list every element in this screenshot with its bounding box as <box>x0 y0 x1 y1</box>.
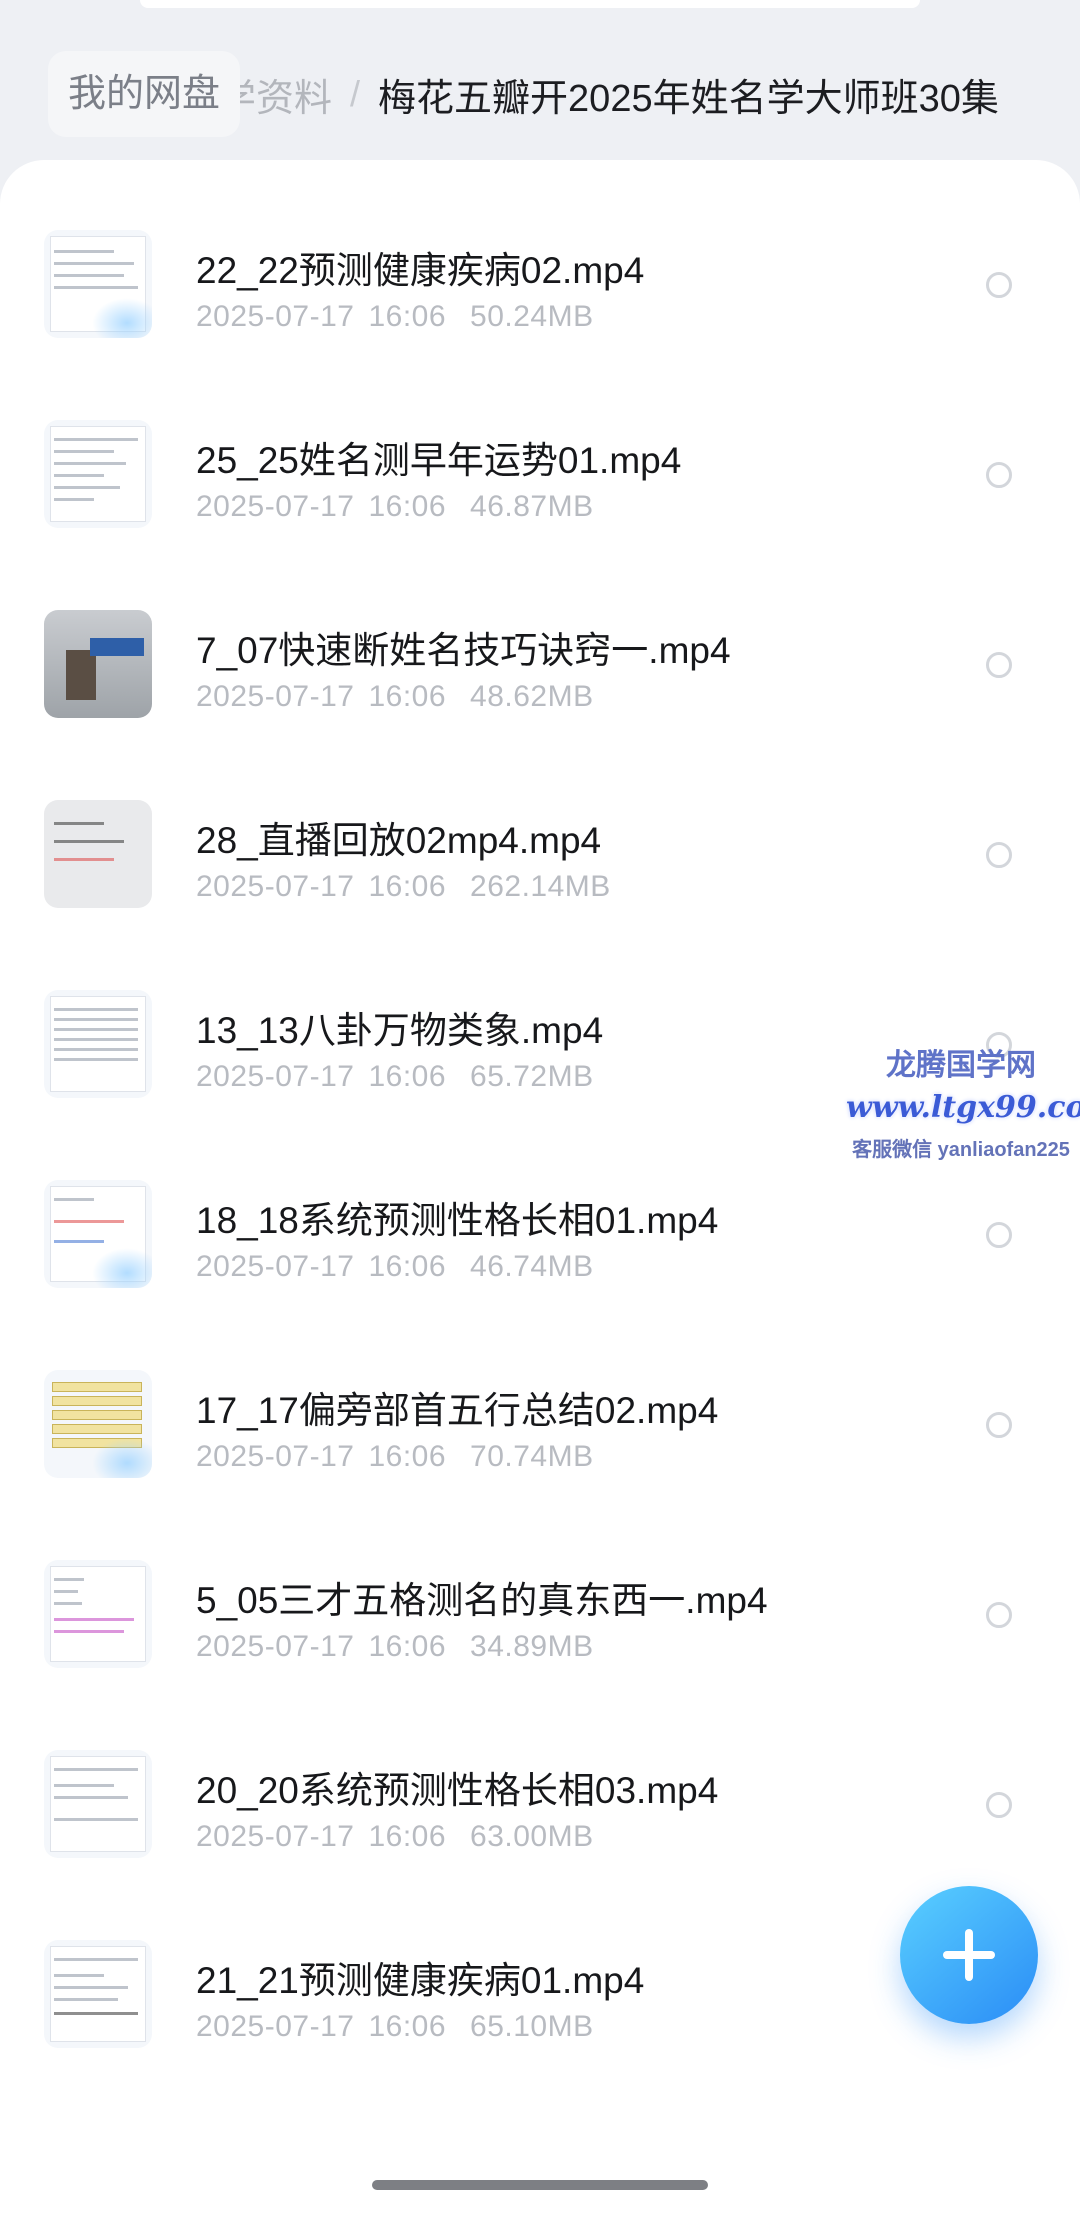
video-thumbnail <box>44 1180 152 1288</box>
video-thumbnail <box>44 230 152 338</box>
file-size: 46.74MB <box>470 1250 594 1283</box>
file-size: 70.74MB <box>470 1440 594 1473</box>
file-name: 25_25姓名测早年运势01.mp4 <box>196 440 682 481</box>
file-time: 16:06 <box>368 870 447 903</box>
select-radio[interactable] <box>986 272 1012 298</box>
file-row[interactable]: 25_25姓名测早年运势01.mp4 2025-07-17 16:06 46.87M… <box>0 350 1080 540</box>
video-thumbnail <box>44 420 152 528</box>
video-thumbnail <box>44 1560 152 1668</box>
file-date: 2025-07-17 <box>196 2010 355 2043</box>
breadcrumb-root[interactable]: 我的网盘 <box>48 51 241 137</box>
file-size: 34.89MB <box>470 1630 594 1663</box>
file-name: 7_07快速断姓名技巧诀窍一.mp4 <box>196 630 731 671</box>
file-size: 65.72MB <box>470 1060 594 1093</box>
file-time: 16:06 <box>368 680 447 713</box>
file-time: 16:06 <box>368 1250 447 1283</box>
select-radio[interactable] <box>986 652 1012 678</box>
video-thumbnail <box>44 1940 152 2048</box>
file-time: 16:06 <box>368 1060 447 1093</box>
file-meta: 2025-07-17 16:06 34.89MB <box>196 1630 594 1664</box>
file-meta: 2025-07-17 16:06 46.74MB <box>196 1250 594 1284</box>
video-thumbnail <box>44 990 152 1098</box>
video-thumbnail <box>44 800 152 908</box>
file-row[interactable]: 20_20系统预测性格长相03.mp4 2025-07-17 16:06 63.00… <box>0 1680 1080 1870</box>
file-name: 28_直播回放02mp4.mp4 <box>196 820 602 861</box>
file-row[interactable]: 22_22预测健康疾病02.mp4 2025-07-17 16:06 50.24MB <box>0 160 1080 350</box>
file-meta: 2025-07-17 16:06 46.87MB <box>196 490 594 524</box>
file-row[interactable]: 17_17偏旁部首五行总结02.mp4 2025-07-17 16:06 70.74… <box>0 1300 1080 1490</box>
file-date: 2025-07-17 <box>196 1820 355 1853</box>
file-meta: 2025-07-17 16:06 65.72MB <box>196 1060 594 1094</box>
file-name: 5_05三才五格测名的真东西一.mp4 <box>196 1580 768 1621</box>
file-row[interactable]: 5_05三才五格测名的真东西一.mp4 2025-07-17 16:06 34.89… <box>0 1490 1080 1680</box>
video-thumbnail <box>44 610 152 718</box>
file-size: 63.00MB <box>470 1820 594 1853</box>
breadcrumb-current-folder: 梅花五瓣开2025年姓名学大师班30集 <box>378 77 999 120</box>
file-time: 16:06 <box>368 490 447 523</box>
file-time: 16:06 <box>368 300 447 333</box>
breadcrumb-separator: / <box>350 73 361 114</box>
video-thumbnail <box>44 1370 152 1478</box>
file-meta: 2025-07-17 16:06 48.62MB <box>196 680 594 714</box>
file-date: 2025-07-17 <box>196 1060 355 1093</box>
file-name: 18_18系统预测性格长相01.mp4 <box>196 1200 719 1241</box>
select-radio[interactable] <box>986 1412 1012 1438</box>
file-list-panel: 22_22预测健康疾病02.mp4 2025-07-17 16:06 50.24MB… <box>0 160 1080 2214</box>
select-radio[interactable] <box>986 1792 1012 1818</box>
file-meta: 2025-07-17 16:06 63.00MB <box>196 1820 594 1854</box>
select-radio[interactable] <box>986 1222 1012 1248</box>
watermark-title: 龙腾国学网 <box>886 1049 1036 1082</box>
file-name: 17_17偏旁部首五行总结02.mp4 <box>196 1390 719 1431</box>
file-date: 2025-07-17 <box>196 870 355 903</box>
add-button[interactable] <box>900 1886 1038 2024</box>
file-date: 2025-07-17 <box>196 680 355 713</box>
breadcrumb: 我的网盘 学资料 / 梅花五瓣开2025年姓名学大师班30集 <box>0 44 1080 144</box>
file-date: 2025-07-17 <box>196 300 355 333</box>
top-sheet-edge <box>140 0 920 8</box>
file-meta: 2025-07-17 16:06 65.10MB <box>196 2010 594 2044</box>
file-date: 2025-07-17 <box>196 490 355 523</box>
file-row[interactable]: 7_07快速断姓名技巧诀窍一.mp4 2025-07-17 16:06 48.62M… <box>0 540 1080 730</box>
select-radio[interactable] <box>986 842 1012 868</box>
file-meta: 2025-07-17 16:06 262.14MB <box>196 870 611 904</box>
file-meta: 2025-07-17 16:06 50.24MB <box>196 300 594 334</box>
file-size: 46.87MB <box>470 490 594 523</box>
select-radio[interactable] <box>986 1602 1012 1628</box>
file-size: 50.24MB <box>470 300 594 333</box>
file-time: 16:06 <box>368 1820 447 1853</box>
file-date: 2025-07-17 <box>196 1250 355 1283</box>
file-time: 16:06 <box>368 1630 447 1663</box>
watermark-contact: 客服微信 yanliaofan225 <box>852 1139 1070 1161</box>
select-radio[interactable] <box>986 462 1012 488</box>
file-name: 22_22预测健康疾病02.mp4 <box>196 250 645 291</box>
file-time: 16:06 <box>368 2010 447 2043</box>
file-date: 2025-07-17 <box>196 1440 355 1473</box>
file-name: 13_13八卦万物类象.mp4 <box>196 1010 604 1051</box>
watermark: 龙腾国学网 www.ltgx99.com 客服微信 yanliaofan225 <box>846 1040 1080 1162</box>
video-thumbnail <box>44 1750 152 1858</box>
file-name: 20_20系统预测性格长相03.mp4 <box>196 1770 719 1811</box>
watermark-url: www.ltgx99.com <box>846 1090 1080 1125</box>
file-date: 2025-07-17 <box>196 1630 355 1663</box>
file-name: 21_21预测健康疾病01.mp4 <box>196 1960 645 2001</box>
file-size: 65.10MB <box>470 2010 594 2043</box>
home-indicator[interactable] <box>372 2180 708 2190</box>
file-row[interactable]: 28_直播回放02mp4.mp4 2025-07-17 16:06 262.14MB <box>0 730 1080 920</box>
file-time: 16:06 <box>368 1440 447 1473</box>
file-size: 262.14MB <box>470 870 611 903</box>
file-meta: 2025-07-17 16:06 70.74MB <box>196 1440 594 1474</box>
file-size: 48.62MB <box>470 680 594 713</box>
